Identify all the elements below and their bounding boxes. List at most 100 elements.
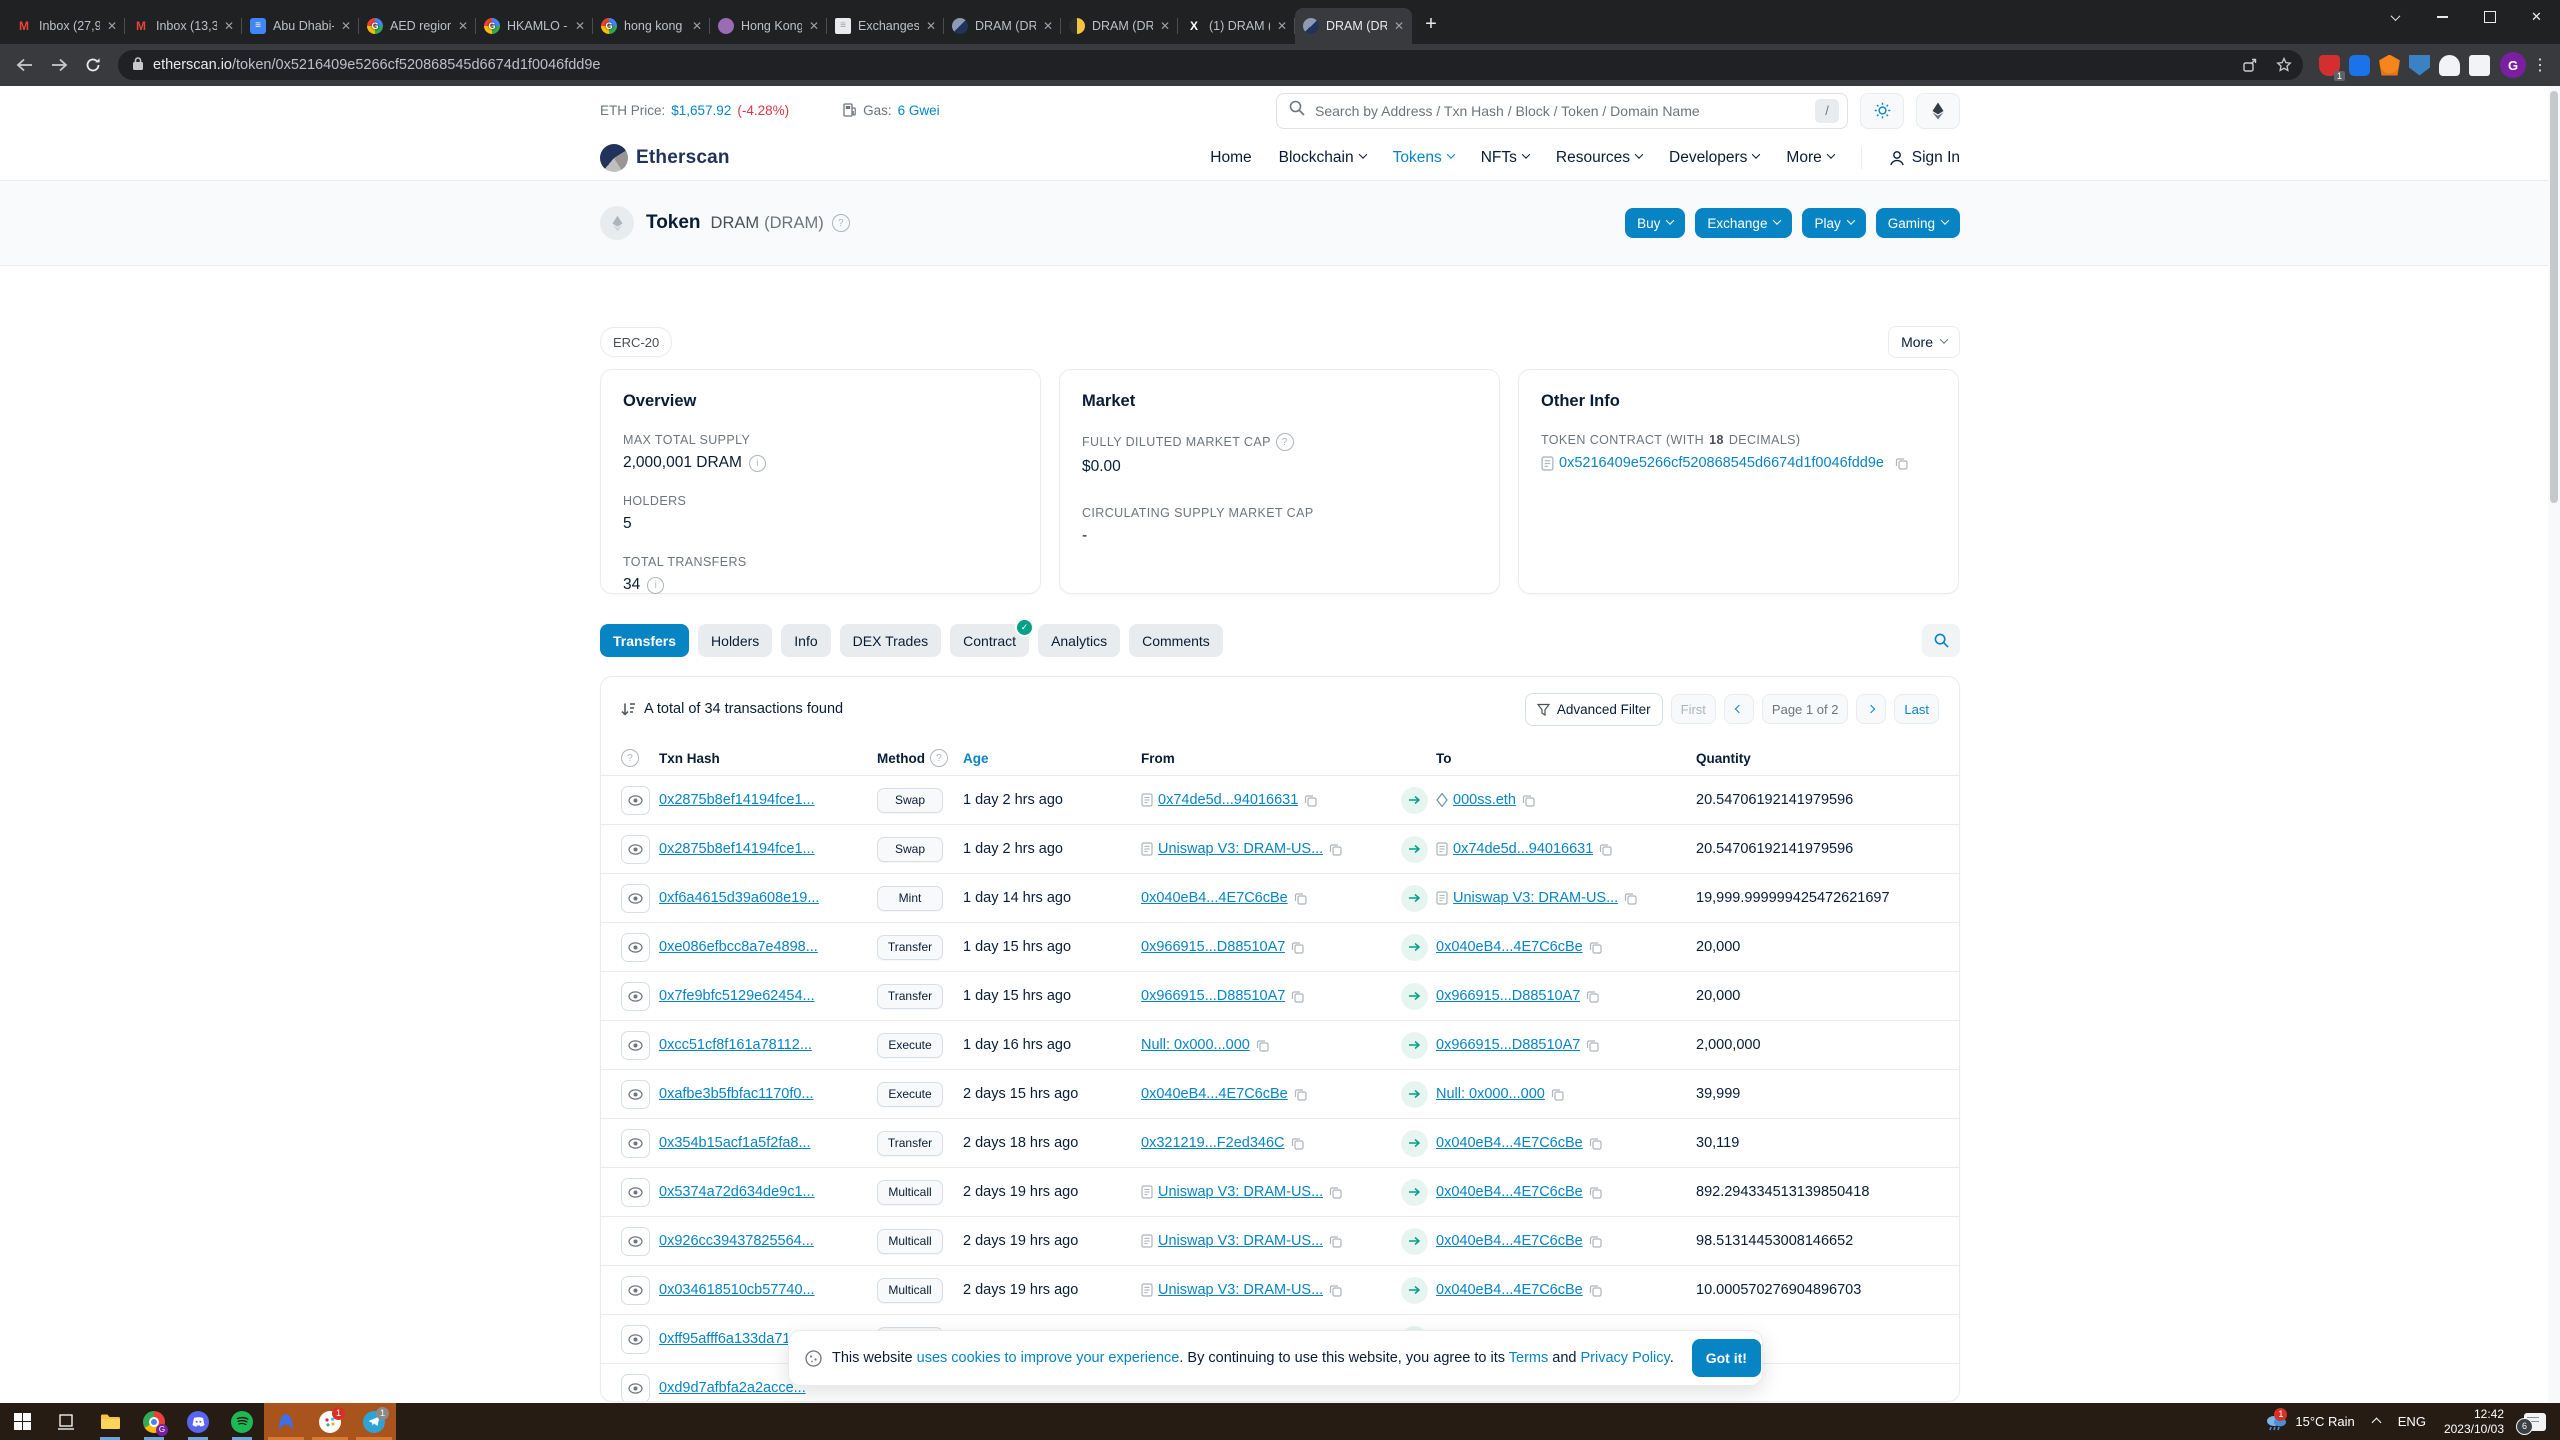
from-address-link[interactable]: 0x966915...D88510A7 [1141,939,1285,955]
copy-icon[interactable] [1304,794,1317,807]
eth-price-link[interactable]: $1,657.92 [671,103,731,118]
copy-icon[interactable] [1329,1284,1342,1297]
to-address-link[interactable]: 0x966915...D88510A7 [1436,988,1580,1004]
txn-hash-link[interactable]: 0x926cc39437825564... [659,1233,814,1249]
to-address-link[interactable]: 0x966915...D88510A7 [1436,1037,1580,1053]
info-icon[interactable]: i [647,577,664,594]
share-icon[interactable] [2236,52,2262,78]
tab-info[interactable]: Info [781,624,830,657]
preview-eye-button[interactable] [621,1129,650,1158]
copy-icon[interactable] [1291,941,1304,954]
clock[interactable]: 12:422023/10/03 [2444,1407,2504,1437]
search-input[interactable] [1313,102,1807,120]
lock-icon[interactable] [132,56,144,75]
preview-eye-button[interactable] [621,1031,650,1060]
txn-hash-link[interactable]: 0x034618510cb57740... [659,1282,815,1298]
tab-close-icon[interactable]: ✕ [1043,20,1053,32]
profile-avatar[interactable]: G [2500,52,2526,78]
preview-eye-button[interactable] [621,1325,650,1354]
tab-close-icon[interactable]: ✕ [1160,20,1170,32]
browser-tab[interactable]: X (1) DRAM (@thedramc ✕ [1178,8,1295,44]
forward-icon[interactable] [44,50,74,80]
from-address-link[interactable]: Uniswap V3: DRAM-US... [1158,841,1323,857]
to-address-link[interactable]: 0x74de5d...94016631 [1453,841,1593,857]
to-address-link[interactable]: 000ss.eth [1453,792,1516,808]
txn-hash-link[interactable]: 0x2875b8ef14194fce1... [659,841,815,857]
preview-eye-button[interactable] [621,835,650,864]
info-icon[interactable]: i [749,455,766,472]
column-age[interactable]: Age [963,751,1141,766]
token-contract-link[interactable]: 0x5216409e5266cf520868545d6674d1f0046fdd… [1559,455,1884,471]
box-extension-icon[interactable] [2469,55,2490,76]
theme-toggle-button[interactable] [1860,93,1904,129]
help-icon[interactable]: ? [1276,433,1294,451]
to-address-link[interactable]: Uniswap V3: DRAM-US... [1453,890,1618,906]
copy-icon[interactable] [1329,843,1342,856]
task-view-button[interactable] [44,1403,88,1440]
pagination-last[interactable]: Last [1894,694,1939,724]
new-tab-button[interactable]: + [1416,9,1446,39]
cookies-link[interactable]: uses cookies to improve your experience [917,1350,1180,1366]
table-search-button[interactable] [1922,624,1960,657]
nav-item-home[interactable]: Home [1210,149,1251,167]
ghost-extension-icon[interactable] [2439,55,2460,76]
site-search[interactable]: / [1276,93,1848,129]
to-address-link[interactable]: 0x040eB4...4E7C6cBe [1436,1233,1583,1249]
terms-link[interactable]: Terms [1509,1350,1548,1366]
browser-tab[interactable]: DRAM (DRAM) Token T ✕ [944,8,1061,44]
copy-icon[interactable] [1586,1039,1599,1052]
preview-eye-button[interactable] [621,1227,650,1256]
tab-close-icon[interactable]: ✕ [809,20,819,32]
to-address-link[interactable]: 0x040eB4...4E7C6cBe [1436,1282,1583,1298]
copy-icon[interactable] [1294,892,1307,905]
pagination-prev[interactable] [1724,694,1754,724]
blue-app-icon[interactable] [264,1403,308,1440]
nav-item-developers[interactable]: Developers [1669,149,1759,167]
copy-icon[interactable] [1599,843,1612,856]
notification-center-icon[interactable]: 6 [2524,1413,2546,1431]
copy-icon[interactable] [1589,1235,1602,1248]
scrollbar-thumb[interactable] [2550,91,2558,503]
from-address-link[interactable]: Uniswap V3: DRAM-US... [1158,1233,1323,1249]
tab-contract[interactable]: Contract✓ [950,624,1029,657]
from-address-link[interactable]: 0x321219...F2ed346C [1141,1135,1285,1151]
copy-icon[interactable] [1291,1137,1304,1150]
tab-close-icon[interactable]: ✕ [341,20,351,32]
gaming-button[interactable]: Gaming [1876,208,1960,238]
browser-tab[interactable]: DRAM (DRAM) Token T ✕ [1295,8,1412,44]
txn-hash-link[interactable]: 0x354b15acf1a5f2fa8... [659,1135,811,1151]
tab-close-icon[interactable]: ✕ [224,20,234,32]
txn-hash-link[interactable]: 0xd9d7afbfa2a2acce... [659,1380,806,1396]
maximize-button[interactable] [2466,0,2513,34]
tab-transfers[interactable]: Transfers [600,624,689,657]
browser-tab[interactable]: G AED region - Google Se ✕ [359,8,476,44]
browser-menu-icon[interactable]: ⋮ [2530,55,2550,75]
network-eth-button[interactable] [1916,93,1960,129]
spotify-icon[interactable] [220,1403,264,1440]
tab-close-icon[interactable]: ✕ [1277,20,1287,32]
tab-search-icon[interactable] [2372,0,2419,34]
tab-close-icon[interactable]: ✕ [926,20,936,32]
metamask-extension-icon[interactable] [2379,55,2400,76]
shield-extension-icon[interactable] [2409,55,2430,76]
nav-item-more[interactable]: More [1786,149,1833,167]
privacy-link[interactable]: Privacy Policy [1581,1350,1670,1366]
tray-overflow-icon[interactable] [2373,1414,2380,1429]
nav-item-tokens[interactable]: Tokens [1393,149,1454,167]
exchange-button[interactable]: Exchange [1695,208,1792,238]
copy-icon[interactable] [1589,941,1602,954]
copy-icon[interactable] [1589,1186,1602,1199]
refresh-icon[interactable] [78,50,108,80]
tab-close-icon[interactable]: ✕ [458,20,468,32]
preview-eye-button[interactable] [621,982,650,1011]
cookie-accept-button[interactable]: Got it! [1692,1339,1761,1377]
copy-icon[interactable] [1329,1186,1342,1199]
from-address-link[interactable]: Null: 0x000...000 [1141,1037,1250,1053]
browser-tab[interactable]: M Inbox (13,303) - gareth ✕ [125,8,242,44]
messenger-app-icon[interactable]: 1 [308,1403,352,1440]
preview-eye-button[interactable] [621,1276,650,1305]
page-scrollbar[interactable] [2548,86,2560,1403]
copy-icon[interactable] [1329,1235,1342,1248]
txn-hash-link[interactable]: 0xafbe3b5fbfac1170f0... [659,1086,814,1102]
pagination-first[interactable]: First [1671,694,1716,724]
